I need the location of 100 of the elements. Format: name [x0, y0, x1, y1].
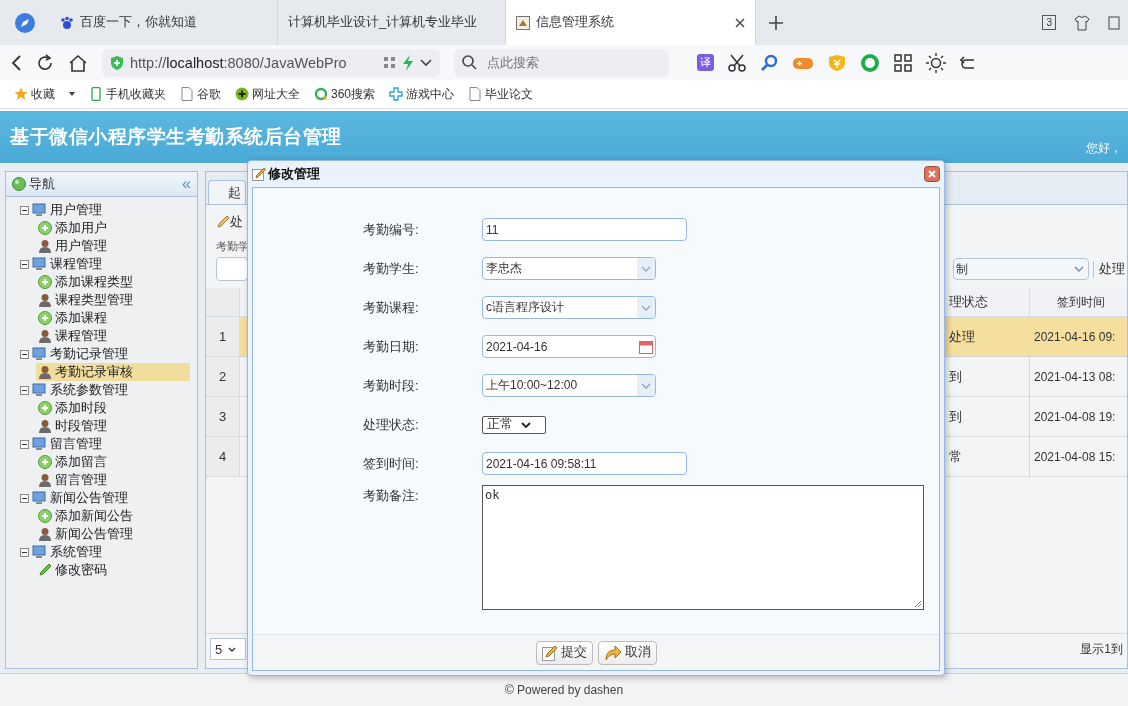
- user-icon: [38, 293, 52, 307]
- remark-field[interactable]: ok: [482, 485, 924, 610]
- page-size-select[interactable]: 5: [210, 638, 246, 660]
- sidebar-title: 导航: [29, 175, 55, 193]
- tree-item[interactable]: 添加留言: [36, 453, 197, 471]
- panel-tab[interactable]: 起: [208, 180, 246, 204]
- close-icon[interactable]: [735, 17, 745, 28]
- chevron-icon[interactable]: [420, 58, 432, 67]
- tree-node[interactable]: 考勤记录管理: [49, 345, 128, 363]
- pencil-icon: [252, 167, 266, 181]
- monitor-icon: [32, 203, 46, 217]
- apps-icon[interactable]: [894, 53, 912, 72]
- back-icon[interactable]: [10, 53, 22, 72]
- minus-box-icon[interactable]: [20, 547, 29, 557]
- browser-tab[interactable]: 信息管理系统: [506, 0, 756, 45]
- column-header: 签到时间: [1029, 288, 1127, 317]
- tree-item[interactable]: 添加时段: [36, 399, 197, 417]
- text-field[interactable]: 2021-04-16 09:58:11: [482, 452, 687, 475]
- plus-icon[interactable]: [768, 14, 784, 31]
- bookmark-link[interactable]: 毕业论文: [468, 85, 534, 103]
- bookmark-link[interactable]: 手机收藏夹: [89, 85, 166, 103]
- user-icon: [38, 527, 52, 541]
- address-bar[interactable]: http://localhost:8080/JavaWebPro: [102, 48, 440, 77]
- cancel-button[interactable]: 取消: [597, 640, 657, 665]
- user-icon: [38, 239, 52, 253]
- minus-box-icon[interactable]: [20, 493, 29, 503]
- minus-box-icon[interactable]: [20, 349, 29, 359]
- bookmark-link[interactable]: 收藏: [14, 85, 55, 103]
- monitor-icon: [32, 491, 46, 505]
- tree-item[interactable]: 新闻公告管理: [36, 525, 197, 543]
- search-field[interactable]: [216, 257, 248, 281]
- tree-item[interactable]: 添加用户: [36, 219, 197, 237]
- field-label: 考勤时段:: [363, 376, 420, 395]
- search-bar[interactable]: 点此搜索: [454, 48, 669, 77]
- tree-node[interactable]: 留言管理: [49, 435, 102, 453]
- tree-item[interactable]: 修改密码: [36, 561, 197, 579]
- minus-box-icon[interactable]: [20, 205, 29, 215]
- translate-button[interactable]: 译: [697, 54, 714, 71]
- caret-icon[interactable]: [69, 92, 75, 96]
- tree-item[interactable]: 考勤记录审核: [36, 363, 190, 381]
- globe-icon: [12, 177, 26, 191]
- reload-icon[interactable]: [36, 53, 54, 72]
- field-label: 考勤学生:: [363, 259, 420, 278]
- magnifier-icon[interactable]: [760, 53, 778, 72]
- close-icon[interactable]: [924, 166, 940, 182]
- filter-select[interactable]: 制: [953, 258, 1089, 280]
- monitor-icon: [32, 347, 46, 361]
- combo-box[interactable]: 上午10:00~12:00: [482, 374, 656, 397]
- tree-item[interactable]: 用户管理: [36, 237, 197, 255]
- bookmark-link[interactable]: 游戏中心: [389, 85, 455, 103]
- pencil-icon: [216, 215, 230, 229]
- compass-icon[interactable]: [14, 11, 36, 34]
- tree-item[interactable]: 添加新闻公告: [36, 507, 197, 525]
- monitor-icon: [32, 383, 46, 397]
- tree-item[interactable]: 课程管理: [36, 327, 197, 345]
- user-icon: [38, 419, 52, 433]
- pencil-icon: [541, 644, 558, 661]
- pencil-icon: [38, 563, 52, 577]
- tree-item[interactable]: 课程类型管理: [36, 291, 197, 309]
- tab-count[interactable]: 3: [1042, 15, 1056, 30]
- row-number: 1: [206, 317, 240, 357]
- row-number: 3: [206, 397, 240, 437]
- tree-node[interactable]: 用户管理: [49, 201, 102, 219]
- app-title: 基于微信小程序学生考勤系统后台管理: [10, 125, 342, 149]
- chevron-icon: [641, 265, 651, 272]
- shield-icon: [110, 54, 124, 71]
- tree-item[interactable]: 留言管理: [36, 471, 197, 489]
- circle-app-icon[interactable]: [860, 52, 880, 73]
- tree-item[interactable]: 添加课程类型: [36, 273, 197, 291]
- bookmark-link[interactable]: 谷歌: [180, 85, 221, 103]
- minus-box-icon[interactable]: [20, 259, 29, 269]
- status-select[interactable]: 正常: [482, 415, 546, 434]
- date-field[interactable]: 2021-04-16: [482, 335, 656, 358]
- table-cell: 2021-04-16 09:: [1029, 317, 1127, 357]
- search-input[interactable]: 点此搜索: [485, 54, 639, 71]
- tree-node[interactable]: 系统管理: [49, 543, 102, 561]
- tree-node[interactable]: 新闻公告管理: [49, 489, 128, 507]
- document-icon: [180, 87, 194, 101]
- scissors-icon[interactable]: [728, 53, 746, 72]
- grid-icon[interactable]: [384, 56, 396, 69]
- document-icon: [468, 87, 483, 101]
- bookmark-link[interactable]: 360搜索: [314, 85, 376, 103]
- combo-box[interactable]: c语言程序设计: [482, 296, 656, 319]
- process-button[interactable]: 处: [216, 213, 243, 231]
- minus-box-icon[interactable]: [20, 385, 29, 395]
- tree-item[interactable]: 时段管理: [36, 417, 197, 435]
- filter-label: 处理: [1093, 260, 1125, 278]
- submit-button[interactable]: 提交: [535, 640, 593, 665]
- home-icon[interactable]: [68, 53, 88, 72]
- tree-node[interactable]: 系统参数管理: [49, 381, 128, 399]
- sun-icon[interactable]: [926, 52, 946, 73]
- bookmark-link[interactable]: 网址大全: [235, 85, 300, 103]
- combo-box[interactable]: 李忠杰: [482, 257, 656, 280]
- tree-node[interactable]: 课程管理: [49, 255, 102, 273]
- tree-item[interactable]: 添加课程: [36, 309, 197, 327]
- undo-icon[interactable]: [960, 53, 974, 72]
- minus-box-icon[interactable]: [20, 439, 29, 449]
- text-field[interactable]: 11: [482, 218, 687, 241]
- shirt-icon[interactable]: [1074, 14, 1090, 31]
- square-icon[interactable]: [1108, 15, 1120, 30]
